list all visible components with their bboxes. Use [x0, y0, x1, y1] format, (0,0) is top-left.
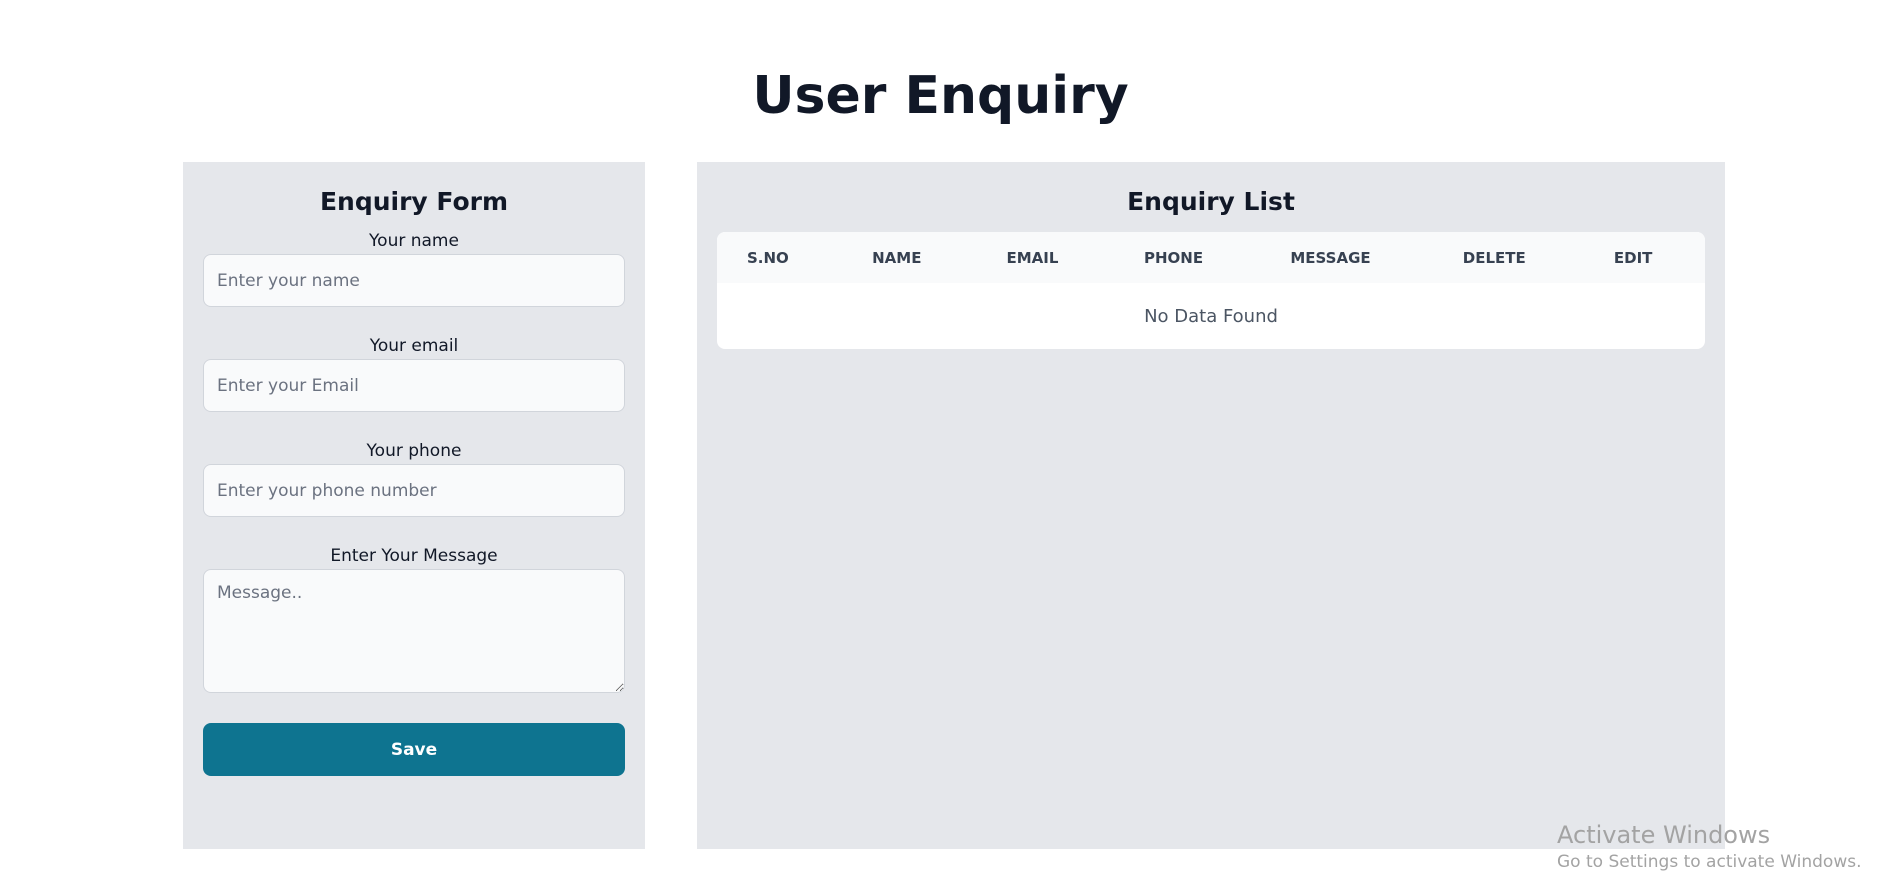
- empty-row: No Data Found: [717, 283, 1705, 349]
- name-input[interactable]: [203, 254, 625, 307]
- phone-label: Your phone: [366, 441, 462, 461]
- name-field-group: Your name: [203, 230, 625, 307]
- column-header-email: EMAIL: [1006, 248, 1059, 267]
- message-label: Enter Your Message: [330, 546, 498, 566]
- email-label: Your email: [369, 336, 459, 356]
- column-header-message: MESSAGE: [1290, 248, 1371, 267]
- column-header-edit: EDIT: [1613, 248, 1653, 267]
- column-header-name: NAME: [872, 248, 922, 267]
- column-header-phone: PHONE: [1144, 248, 1204, 267]
- save-button[interactable]: Save: [203, 723, 625, 776]
- watermark-subtitle: Go to Settings to activate Windows.: [1557, 852, 1862, 872]
- watermark-title: Activate Windows: [1557, 821, 1771, 849]
- table-header-row: S.NO NAME EMAIL PHONE MESSAGE DELETE EDI…: [717, 232, 1705, 283]
- column-header-delete: DELETE: [1462, 248, 1526, 267]
- form-heading: Enquiry Form: [319, 187, 509, 216]
- name-label: Your name: [369, 231, 459, 251]
- enquiry-form-panel: Enquiry Form Your name Your email Your p…: [183, 162, 645, 849]
- message-field-group: Enter Your Message: [203, 545, 625, 693]
- enquiry-list-panel: Enquiry List S.NO NAME EMAIL PHONE MESSA…: [697, 162, 1725, 849]
- enquiry-table: S.NO NAME EMAIL PHONE MESSAGE DELETE EDI…: [717, 232, 1705, 349]
- list-heading: Enquiry List: [1127, 187, 1295, 216]
- message-textarea[interactable]: [203, 569, 625, 693]
- email-input[interactable]: [203, 359, 625, 412]
- email-field-group: Your email: [203, 335, 625, 412]
- page-title: User Enquiry: [752, 66, 1129, 126]
- phone-input[interactable]: [203, 464, 625, 517]
- activate-windows-watermark: Activate Windows Go to Settings to activ…: [1557, 820, 1862, 874]
- no-data-message: No Data Found: [1144, 305, 1278, 327]
- enquiry-table-container: S.NO NAME EMAIL PHONE MESSAGE DELETE EDI…: [717, 232, 1705, 349]
- phone-field-group: Your phone: [203, 440, 625, 517]
- column-header-sno: S.NO: [747, 248, 789, 267]
